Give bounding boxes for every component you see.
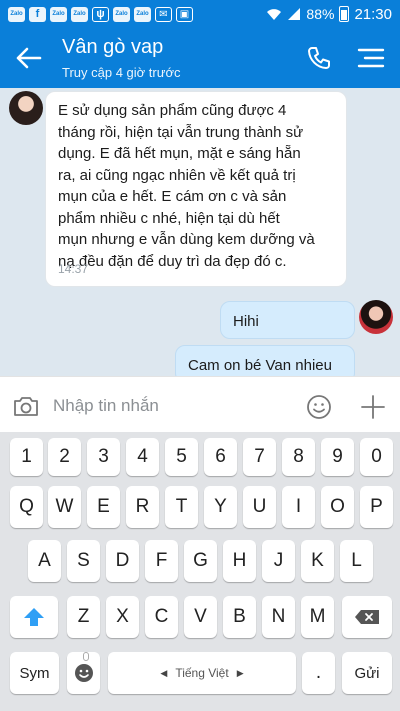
key-d[interactable]: D xyxy=(106,540,139,582)
key-z[interactable]: Z xyxy=(67,596,100,638)
contact-avatar[interactable] xyxy=(9,91,43,125)
key-h[interactable]: H xyxy=(223,540,256,582)
key-8[interactable]: 8 xyxy=(282,438,315,476)
message-list[interactable]: E sử dụng sản phẩm cũng được 4 tháng rồi… xyxy=(0,88,400,376)
space-key-label: Tiếng Việt xyxy=(175,666,229,680)
key-p[interactable]: P xyxy=(360,486,393,528)
key-i[interactable]: I xyxy=(282,486,315,528)
key-2[interactable]: 2 xyxy=(48,438,81,476)
key-6[interactable]: 6 xyxy=(204,438,237,476)
key-7[interactable]: 7 xyxy=(243,438,276,476)
battery-percent: 88% xyxy=(306,6,335,22)
status-time: 21:30 xyxy=(354,5,392,23)
camera-icon[interactable] xyxy=(12,394,40,418)
key-l[interactable]: L xyxy=(340,540,373,582)
emoji-icon[interactable] xyxy=(306,394,332,420)
message-line: mụn nhưng e vẫn dùng kem dưỡng và xyxy=(58,231,315,248)
contact-name[interactable]: Vân gò vap xyxy=(62,36,163,59)
key-0[interactable]: 0 xyxy=(360,438,393,476)
key-j[interactable]: J xyxy=(262,540,295,582)
phone-icon[interactable] xyxy=(306,45,332,71)
notification-icon-zalo: Zalo xyxy=(50,6,67,22)
key-9[interactable]: 9 xyxy=(321,438,354,476)
back-arrow-icon[interactable] xyxy=(14,44,44,72)
key-4[interactable]: 4 xyxy=(126,438,159,476)
battery-icon xyxy=(339,6,350,22)
sym-key[interactable]: Sym xyxy=(10,652,59,694)
mic-hint-icon xyxy=(83,652,89,661)
status-bar: Zalo f Zalo Zalo ψ Zalo Zalo ✉ ▣ 88% 21:… xyxy=(0,0,400,28)
key-1[interactable]: 1 xyxy=(10,438,43,476)
key-v[interactable]: V xyxy=(184,596,217,638)
key-q[interactable]: Q xyxy=(10,486,43,528)
key-a[interactable]: A xyxy=(28,540,61,582)
chevron-right-icon: ▶ xyxy=(236,667,244,678)
key-o[interactable]: O xyxy=(321,486,354,528)
backspace-icon xyxy=(355,610,379,624)
message-line: ra, ai cũng ngạc nhiên về kết quả trị xyxy=(58,166,296,184)
shift-key[interactable] xyxy=(10,596,58,638)
notification-icon-zalo: Zalo xyxy=(8,6,25,22)
message-line: tháng rồi, hiện tại vẫn trung thành sử xyxy=(58,123,304,141)
key-k[interactable]: K xyxy=(301,540,334,582)
message-line: nạ đều đặn để duy trì da đẹp đó c. xyxy=(58,252,287,270)
key-w[interactable]: W xyxy=(48,486,81,528)
key-x[interactable]: X xyxy=(106,596,139,638)
key-5[interactable]: 5 xyxy=(165,438,198,476)
message-line: phẩm nhiều c nhé, hiện tại dù hết xyxy=(58,209,280,227)
key-r[interactable]: R xyxy=(126,486,159,528)
notification-icon-zalo: Zalo xyxy=(71,6,88,22)
backspace-key[interactable] xyxy=(342,596,392,638)
system-status: 88% 21:30 xyxy=(266,6,392,23)
outgoing-message[interactable]: Cam on bé Van nhieu xyxy=(175,345,355,376)
my-avatar[interactable] xyxy=(359,300,393,334)
key-t[interactable]: T xyxy=(165,486,198,528)
key-e[interactable]: E xyxy=(87,486,120,528)
notification-icon-mail: ✉ xyxy=(155,6,172,22)
shift-icon xyxy=(24,608,44,626)
key-b[interactable]: B xyxy=(223,596,256,638)
last-seen-status: Truy cập 4 giờ trước xyxy=(62,65,181,80)
message-composer xyxy=(0,376,400,432)
plus-icon[interactable] xyxy=(360,394,386,420)
outgoing-message[interactable]: Hihi xyxy=(220,301,355,339)
notification-icon-zalo: Zalo xyxy=(113,6,130,22)
key-m[interactable]: M xyxy=(301,596,334,638)
key-u[interactable]: U xyxy=(243,486,276,528)
space-key[interactable]: ◀ Tiếng Việt ▶ xyxy=(108,652,296,694)
key-s[interactable]: S xyxy=(67,540,100,582)
chat-header: Vân gò vap Truy cập 4 giờ trước xyxy=(0,28,400,88)
key-n[interactable]: N xyxy=(262,596,295,638)
notification-icon-trident: ψ xyxy=(92,6,109,22)
message-time: 14:37 xyxy=(58,261,89,276)
message-line: E sử dụng sản phẩm cũng được 4 xyxy=(58,102,287,119)
wifi-icon xyxy=(267,8,282,20)
notification-icons: Zalo f Zalo Zalo ψ Zalo Zalo ✉ ▣ xyxy=(8,6,193,22)
notification-icon-facebook: f xyxy=(29,6,46,22)
key-y[interactable]: Y xyxy=(204,486,237,528)
key-3[interactable]: 3 xyxy=(87,438,120,476)
notification-icon-image: ▣ xyxy=(176,6,193,22)
key-g[interactable]: G xyxy=(184,540,217,582)
key-f[interactable]: F xyxy=(145,540,178,582)
message-input[interactable] xyxy=(53,391,293,421)
key-c[interactable]: C xyxy=(145,596,178,638)
chevron-left-icon: ◀ xyxy=(160,667,168,678)
period-key[interactable]: . xyxy=(302,652,335,694)
message-line: mụn của e hết. E cám ơn c và sản xyxy=(58,188,287,205)
send-key[interactable]: Gửi xyxy=(342,652,392,694)
emoji-key-icon xyxy=(74,664,93,682)
message-line: dụng. E đã hết mụn, mặt e sáng hẵn xyxy=(58,145,301,162)
notification-icon-zalo: Zalo xyxy=(134,6,151,22)
incoming-message[interactable]: E sử dụng sản phẩm cũng được 4 tháng rồi… xyxy=(45,91,347,287)
menu-icon[interactable] xyxy=(357,47,385,69)
signal-icon xyxy=(288,8,301,20)
